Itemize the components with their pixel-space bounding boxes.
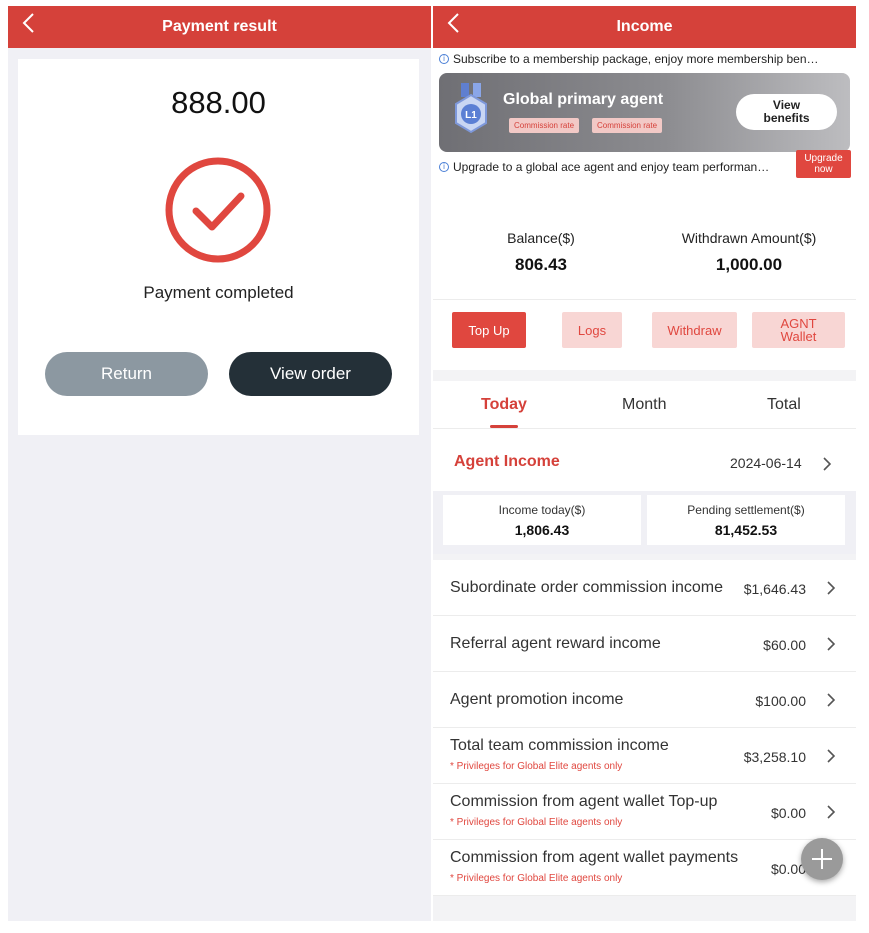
tab-month[interactable]: Month (622, 396, 666, 414)
back-arrow-icon[interactable] (16, 11, 40, 35)
list-item[interactable]: Agent promotion income $100.00 (433, 672, 856, 728)
row-label: Total team commission income (450, 737, 669, 754)
tab-today[interactable]: Today (481, 396, 527, 414)
agnt-wallet-line2: Wallet (780, 329, 817, 344)
list-item[interactable]: Total team commission income * Privilege… (433, 728, 856, 784)
membership-card: L1 Global primary agent Commission rate … (439, 73, 850, 152)
active-tab-indicator (490, 425, 518, 428)
chevron-right-icon (827, 693, 836, 707)
subscribe-notice[interactable]: i Subscribe to a membership package, enj… (433, 48, 856, 70)
row-amount: $0.00 (770, 805, 806, 821)
view-benefits-button[interactable]: View benefits (736, 94, 837, 130)
chevron-right-icon[interactable] (822, 456, 832, 472)
agent-income-title: Agent Income (454, 453, 560, 470)
agent-income-header: Agent Income 2024-06-14 (433, 429, 856, 491)
pending-settlement-label: Pending settlement($) (687, 503, 805, 517)
return-button[interactable]: Return (45, 352, 208, 396)
withdraw-button[interactable]: Withdraw (652, 312, 737, 348)
list-item[interactable]: Commission from agent wallet payments * … (433, 840, 856, 896)
agent-income-date[interactable]: 2024-06-14 (730, 455, 802, 471)
upgrade-notice: i Upgrade to a global ace agent and enjo… (433, 156, 856, 178)
chevron-right-icon (827, 581, 836, 595)
membership-title: Global primary agent (503, 91, 664, 108)
commission-rate-tag: Commission rate (592, 118, 663, 133)
list-item[interactable]: Referral agent reward income $60.00 (433, 616, 856, 672)
back-arrow-icon[interactable] (441, 11, 465, 35)
row-note: * Privileges for Global Elite agents onl… (450, 817, 623, 828)
row-label: Subordinate order commission income (450, 579, 724, 596)
chevron-right-icon (827, 637, 836, 651)
payment-status: Payment completed (143, 283, 294, 302)
row-note: * Privileges for Global Elite agents onl… (450, 761, 623, 772)
membership-section: i Subscribe to a membership package, enj… (433, 48, 856, 202)
page-title: Income (616, 18, 673, 35)
info-icon: i (439, 162, 449, 172)
list-item[interactable]: Subordinate order commission income $1,6… (433, 560, 856, 616)
income-today-card: Income today($) 1,806.43 (443, 495, 641, 545)
commission-rate-tag: Commission rate (509, 118, 580, 133)
upgrade-notice-text: Upgrade to a global ace agent and enjoy … (453, 160, 770, 174)
header-bar: Income (433, 6, 856, 48)
row-note: * Privileges for Global Elite agents onl… (450, 873, 623, 884)
row-label: Agent promotion income (450, 691, 624, 708)
subscribe-notice-text: Subscribe to a membership package, enjoy… (453, 52, 819, 66)
row-amount: $100.00 (755, 693, 806, 709)
income-section: Today Month Total Agent Income 2024-06-1… (433, 381, 856, 921)
period-tabs: Today Month Total (433, 381, 856, 429)
chevron-right-icon (827, 805, 836, 819)
payment-amount: 888.00 (171, 85, 266, 120)
upgrade-btn-line2: now (814, 164, 833, 175)
row-amount: $1,646.43 (743, 581, 806, 597)
upgrade-btn-line1: Upgrade (804, 153, 843, 164)
income-screen: Income i Subscribe to a membership packa… (433, 6, 856, 921)
withdrawn-value: 1,000.00 (715, 255, 783, 274)
info-icon: i (439, 54, 449, 64)
chevron-right-icon (827, 749, 836, 763)
pending-settlement-value: 81,452.53 (714, 522, 778, 538)
view-order-button[interactable]: View order (229, 352, 392, 396)
top-up-button[interactable]: Top Up (452, 312, 526, 348)
tab-total[interactable]: Total (767, 396, 801, 414)
page-title: Payment result (162, 18, 277, 35)
balance-value: 806.43 (515, 255, 567, 274)
balance-label: Balance($) (507, 230, 575, 246)
income-list: Subordinate order commission income $1,6… (433, 560, 856, 896)
upgrade-now-button[interactable]: Upgrade now (796, 150, 851, 178)
plus-fab-button[interactable] (801, 838, 843, 880)
agent-income-stats: Income today($) 1,806.43 Pending settlem… (433, 491, 856, 554)
divider (433, 299, 856, 300)
payment-result-screen: Payment result 888.00 Payment completed … (8, 6, 431, 921)
medal-icon: L1 (455, 83, 487, 134)
row-label: Commission from agent wallet Top-up (450, 793, 718, 810)
income-today-label: Income today($) (498, 503, 586, 517)
income-today-value: 1,806.43 (514, 522, 570, 538)
withdrawn-label: Withdrawn Amount($) (681, 230, 817, 246)
agnt-wallet-button[interactable]: AGNT Wallet (752, 312, 845, 348)
balance-section: Balance($) 806.43 Withdrawn Amount($) 1,… (433, 200, 856, 370)
view-benefits-line2: benefits (763, 111, 810, 125)
pending-settlement-card: Pending settlement($) 81,452.53 (647, 495, 845, 545)
logs-button[interactable]: Logs (562, 312, 622, 348)
payment-card: 888.00 Payment completed Return View ord… (18, 59, 419, 435)
row-label: Commission from agent wallet payments (450, 849, 739, 866)
medal-level-text: L1 (465, 110, 477, 121)
list-item[interactable]: Commission from agent wallet Top-up * Pr… (433, 784, 856, 840)
check-circle-icon (165, 157, 271, 263)
row-label: Referral agent reward income (450, 635, 661, 652)
row-amount: $60.00 (763, 637, 806, 653)
row-amount: $3,258.10 (743, 749, 806, 765)
header-bar: Payment result (8, 6, 431, 48)
